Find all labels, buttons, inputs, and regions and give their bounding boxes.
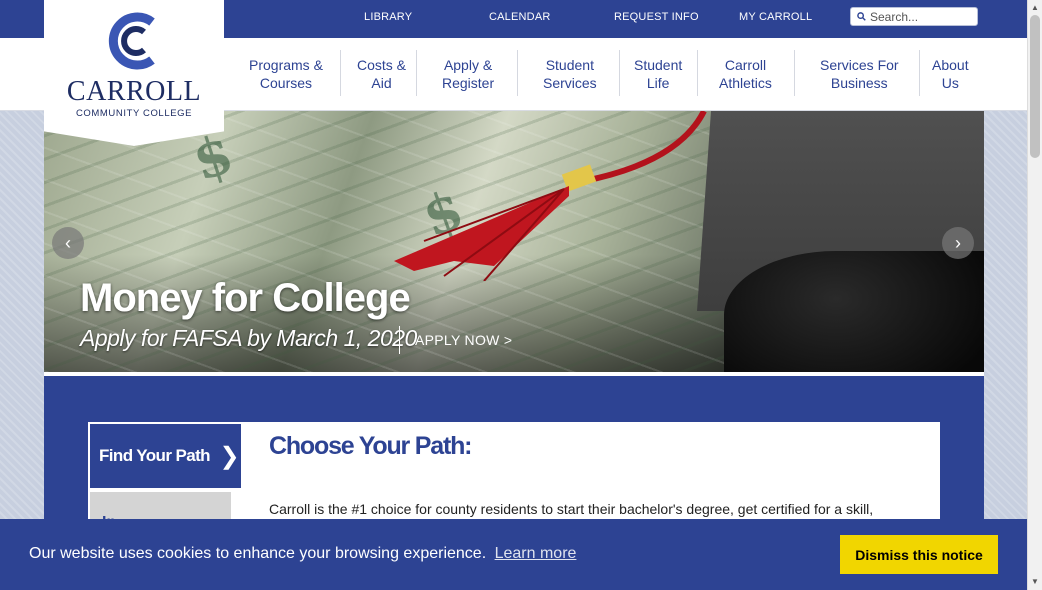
request-info-link[interactable]: REQUEST INFO bbox=[614, 11, 699, 23]
chevron-right-icon: › bbox=[955, 232, 961, 253]
nav-apply-register[interactable]: Apply & Register bbox=[442, 56, 494, 92]
nav-label: Courses bbox=[259, 75, 313, 91]
nav-about-us[interactable]: About Us bbox=[932, 56, 969, 92]
hero-title: Money for College bbox=[80, 276, 411, 320]
nav-label: Business bbox=[830, 75, 888, 91]
cookie-message: Our website uses cookies to enhance your… bbox=[29, 545, 487, 562]
scrollbar[interactable]: ▲ ▼ bbox=[1027, 0, 1042, 590]
nav-divider bbox=[794, 50, 795, 96]
nav-label: Carroll bbox=[724, 57, 767, 73]
nav-divider bbox=[517, 50, 518, 96]
nav-label: Student bbox=[545, 57, 594, 73]
nav-label: Life bbox=[646, 75, 670, 91]
chevron-right-icon: ❯ bbox=[219, 443, 239, 470]
nav-label: Student bbox=[634, 57, 683, 73]
nav-label: About bbox=[932, 57, 969, 73]
scroll-down-icon[interactable]: ▼ bbox=[1031, 577, 1039, 586]
nav-student-services[interactable]: Student Services bbox=[543, 56, 597, 92]
nav-divider bbox=[416, 50, 417, 96]
section-heading: Choose Your Path: bbox=[269, 432, 473, 460]
calendar-link[interactable]: CALENDAR bbox=[489, 11, 551, 23]
nav-label: Us bbox=[941, 75, 959, 91]
hero-subtitle: Apply for FAFSA by March 1, 2020 bbox=[80, 325, 417, 351]
dismiss-cookie-button[interactable]: Dismiss this notice bbox=[840, 535, 998, 574]
nav-divider bbox=[340, 50, 341, 96]
carousel-next-button[interactable]: › bbox=[942, 227, 974, 259]
nav-label: Aid bbox=[371, 75, 392, 91]
nav-carroll-athletics[interactable]: Carroll Athletics bbox=[719, 56, 772, 92]
search-input[interactable] bbox=[870, 9, 970, 24]
library-link[interactable]: LIBRARY bbox=[364, 11, 412, 23]
nav-label: Costs & bbox=[357, 57, 407, 73]
my-carroll-link[interactable]: MY CARROLL bbox=[739, 11, 812, 23]
learn-more-link[interactable]: Learn more bbox=[495, 545, 577, 562]
tab-find-your-path[interactable]: Find Your Path ❯ bbox=[90, 424, 241, 488]
nav-label: Services For bbox=[820, 57, 899, 73]
logo-subtitle: COMMUNITY COLLEGE bbox=[75, 108, 193, 119]
nav-student-life[interactable]: Student Life bbox=[634, 56, 682, 92]
nav-services-business[interactable]: Services For Business bbox=[820, 56, 899, 92]
scroll-up-icon[interactable]: ▲ bbox=[1031, 3, 1039, 12]
hero-carousel: $ $ ‹ › Money for College Apply for FAFS… bbox=[44, 111, 984, 372]
search-icon bbox=[857, 12, 866, 21]
nav-divider bbox=[697, 50, 698, 96]
chevron-left-icon: ‹ bbox=[65, 232, 71, 253]
logo-name: CARROLL bbox=[66, 76, 202, 107]
nav-label: Athletics bbox=[719, 75, 772, 91]
graduation-cap-body bbox=[724, 251, 984, 372]
carousel-prev-button[interactable]: ‹ bbox=[52, 227, 84, 259]
apply-now-link[interactable]: APPLY NOW > bbox=[415, 332, 512, 348]
tassel-icon bbox=[394, 111, 707, 281]
nav-programs-courses[interactable]: Programs & Courses bbox=[249, 56, 323, 92]
hero-divider bbox=[399, 326, 400, 354]
college-logo[interactable]: CARROLL COMMUNITY COLLEGE bbox=[44, 0, 224, 146]
tab-label: Find Your Path bbox=[99, 446, 211, 465]
cookie-banner: Our website uses cookies to enhance your… bbox=[0, 519, 1027, 590]
logo-c-mark-icon bbox=[108, 12, 155, 70]
cookie-message-row: Our website uses cookies to enhance your… bbox=[29, 545, 576, 563]
nav-label: Services bbox=[543, 75, 597, 91]
nav-label: Apply & bbox=[443, 57, 493, 73]
nav-label: Programs & bbox=[249, 57, 323, 73]
section-body: Carroll is the #1 choice for county resi… bbox=[269, 501, 874, 517]
nav-divider bbox=[919, 50, 920, 96]
nav-costs-aid[interactable]: Costs & Aid bbox=[357, 56, 406, 92]
nav-label: Register bbox=[442, 75, 495, 91]
search-box[interactable] bbox=[850, 7, 978, 26]
nav-divider bbox=[619, 50, 620, 96]
scroll-thumb[interactable] bbox=[1030, 15, 1040, 158]
